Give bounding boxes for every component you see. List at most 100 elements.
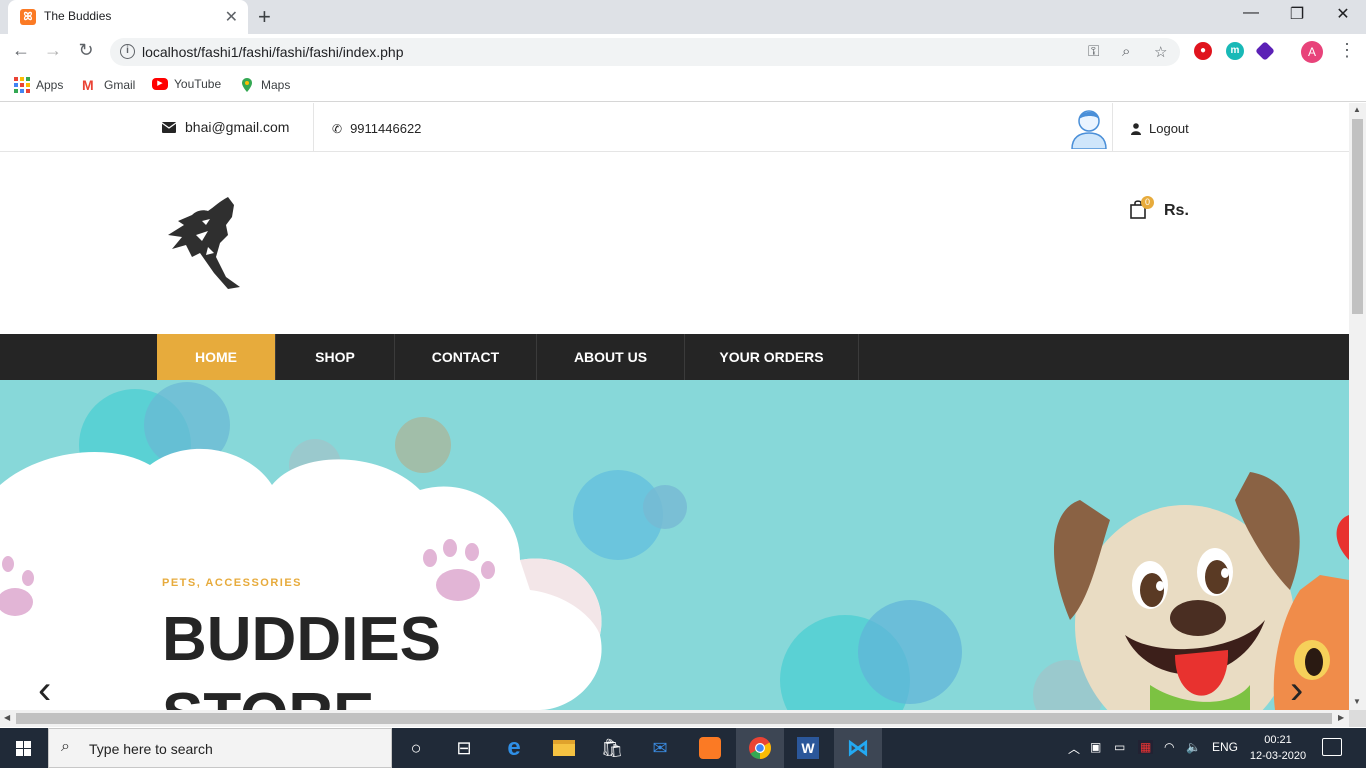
gmail-icon: M (82, 77, 94, 93)
user-icon (1131, 122, 1141, 135)
network-drive-icon[interactable]: ▣ (1090, 740, 1101, 754)
bookmark-star-icon[interactable]: ☆ (1154, 43, 1167, 61)
topbar-divider (1112, 103, 1113, 152)
mail-icon[interactable]: ✉ (636, 728, 684, 768)
windows-taskbar: ⌕ Type here to search ○ ⊟ e 🛍 ✉ W ⋈ ︿ ▣ … (0, 728, 1366, 768)
url-text[interactable]: localhost/fashi1/fashi/fashi/fashi/index… (142, 44, 404, 60)
vscode-icon[interactable]: ⋈ (834, 728, 882, 768)
windows-logo-icon (16, 741, 31, 756)
nav-contact[interactable]: CONTACT (395, 334, 537, 380)
header-phone: ✆ 9911446622 (332, 121, 421, 136)
scroll-up-arrow-icon[interactable]: ▲ (1353, 105, 1361, 114)
show-hidden-icons-chevron-icon[interactable]: ︿ (1068, 740, 1080, 757)
horizontal-scrollbar[interactable]: ◀ ▶ (0, 710, 1349, 727)
file-explorer-icon[interactable] (540, 728, 588, 768)
address-bar[interactable]: i localhost/fashi1/fashi/fashi/fashi/ind… (110, 38, 1180, 66)
tab-close-icon[interactable]: ✕ (225, 7, 238, 27)
word-icon[interactable]: W (784, 728, 832, 768)
browser-tabstrip: ꕤ The Buddies ✕ + — ❐ ✕ (0, 0, 1366, 34)
bookmark-maps[interactable]: Maps (239, 77, 290, 93)
battery-icon[interactable]: ▭ (1114, 740, 1125, 754)
profile-avatar[interactable]: A (1301, 41, 1323, 63)
phone-text: 9911446622 (350, 121, 422, 136)
main-nav: HOME SHOP CONTACT ABOUT US YOUR ORDERS (0, 334, 1349, 380)
scrollbar-corner (1349, 710, 1366, 727)
bookmark-gmail[interactable]: M Gmail (82, 77, 135, 93)
hero-title: BUDDIES STORE (162, 605, 442, 710)
start-button[interactable] (0, 728, 48, 768)
reload-icon[interactable]: ↻ (73, 40, 99, 61)
bookmark-label: Apps (36, 78, 64, 92)
browser-tab[interactable]: ꕤ The Buddies ✕ (8, 0, 248, 34)
horizontal-scroll-thumb[interactable] (16, 713, 1332, 724)
logout-link[interactable]: Logout (1131, 121, 1189, 136)
phone-icon: ✆ (332, 121, 343, 136)
scroll-right-arrow-icon[interactable]: ▶ (1338, 713, 1344, 722)
new-tab-button[interactable]: + (258, 4, 271, 30)
vertical-scrollbar[interactable]: ▲ ▼ (1349, 103, 1366, 710)
key-icon[interactable]: ⚿ (1088, 43, 1099, 60)
cart-count-badge: 0 (1141, 196, 1154, 209)
forward-arrow-icon[interactable]: → (40, 40, 66, 61)
antivirus-icon[interactable]: ▦ (1138, 740, 1154, 754)
task-view-icon[interactable]: ⊟ (440, 728, 488, 768)
logout-label: Logout (1149, 121, 1189, 136)
wolf-logo[interactable] (162, 195, 246, 291)
scroll-left-arrow-icon[interactable]: ◀ (4, 713, 10, 722)
nav-your-orders[interactable]: YOUR ORDERS (685, 334, 859, 380)
chrome-icon[interactable] (736, 728, 784, 768)
xampp-icon[interactable] (686, 728, 734, 768)
vertical-scroll-thumb[interactable] (1352, 119, 1363, 314)
youtube-icon: ▶ (152, 78, 168, 90)
clock-time: 00:21 (1264, 734, 1292, 746)
bookmark-label: Maps (261, 78, 291, 92)
maps-pin-icon (239, 77, 255, 93)
tab-title: The Buddies (44, 9, 112, 23)
diamond-extension-icon[interactable] (1255, 41, 1275, 61)
microsoft-store-icon[interactable]: 🛍 (588, 728, 636, 768)
hero-tagline: PETS, ACCESSORIES (162, 577, 303, 589)
nav-about-us[interactable]: ABOUT US (537, 334, 685, 380)
wifi-icon[interactable]: ◠ (1164, 740, 1174, 754)
nav-shop[interactable]: SHOP (276, 334, 395, 380)
slider-prev-arrow-icon[interactable]: ‹ (38, 670, 51, 710)
email-text: bhai@gmail.com (185, 119, 290, 135)
bookmark-youtube[interactable]: ▶ YouTube (152, 77, 221, 91)
nav-home[interactable]: HOME (157, 334, 276, 380)
topbar-divider (313, 103, 314, 152)
clock-date: 12-03-2020 (1249, 750, 1307, 762)
header-topbar: bhai@gmail.com ✆ 9911446622 Logout (0, 103, 1349, 152)
restore-button[interactable]: ❐ (1274, 4, 1320, 24)
hero-slider: PETS, ACCESSORIES BUDDIES STORE ‹ › (0, 380, 1349, 710)
site-info-icon[interactable]: i (120, 44, 135, 59)
browser-toolbar: ← → ↻ i localhost/fashi1/fashi/fashi/fas… (0, 34, 1366, 70)
browser-menu-icon[interactable]: ⋮ (1338, 40, 1356, 61)
bookmark-label: YouTube (174, 77, 222, 91)
adblock-extension-icon[interactable]: ● (1194, 42, 1212, 60)
cortana-icon[interactable]: ○ (392, 728, 440, 768)
page-viewport: bhai@gmail.com ✆ 9911446622 Logout 0 Rs. (0, 103, 1349, 710)
taskbar-search[interactable]: ⌕ Type here to search (48, 728, 392, 768)
notification-center-icon[interactable] (1322, 738, 1342, 756)
language-indicator[interactable]: ENG (1212, 740, 1238, 754)
user-avatar-icon[interactable] (1068, 105, 1110, 149)
scroll-down-arrow-icon[interactable]: ▼ (1353, 697, 1361, 706)
apps-grid-icon (14, 77, 30, 93)
back-arrow-icon[interactable]: ← (8, 40, 34, 61)
edge-browser-icon[interactable]: e (490, 728, 538, 768)
volume-icon[interactable]: 🔈 (1186, 740, 1201, 754)
minimize-button[interactable]: — (1228, 4, 1274, 22)
envelope-icon (162, 121, 176, 133)
cart-price: Rs. (1164, 202, 1189, 219)
m-extension-icon[interactable]: m (1226, 42, 1244, 60)
search-icon: ⌕ (61, 738, 70, 755)
slider-next-arrow-icon[interactable]: › (1290, 670, 1303, 710)
bookmarks-bar: Apps M Gmail ▶ YouTube Maps (0, 70, 1366, 102)
bookmark-label: Gmail (104, 78, 136, 92)
zoom-icon[interactable]: ⌕ (1122, 43, 1130, 60)
bookmark-apps[interactable]: Apps (14, 77, 63, 93)
xampp-favicon-icon: ꕤ (20, 9, 36, 25)
taskbar-clock[interactable]: 00:21 12-03-2020 (1246, 732, 1310, 764)
close-window-button[interactable]: ✕ (1320, 4, 1366, 24)
search-placeholder: Type here to search (89, 741, 213, 757)
